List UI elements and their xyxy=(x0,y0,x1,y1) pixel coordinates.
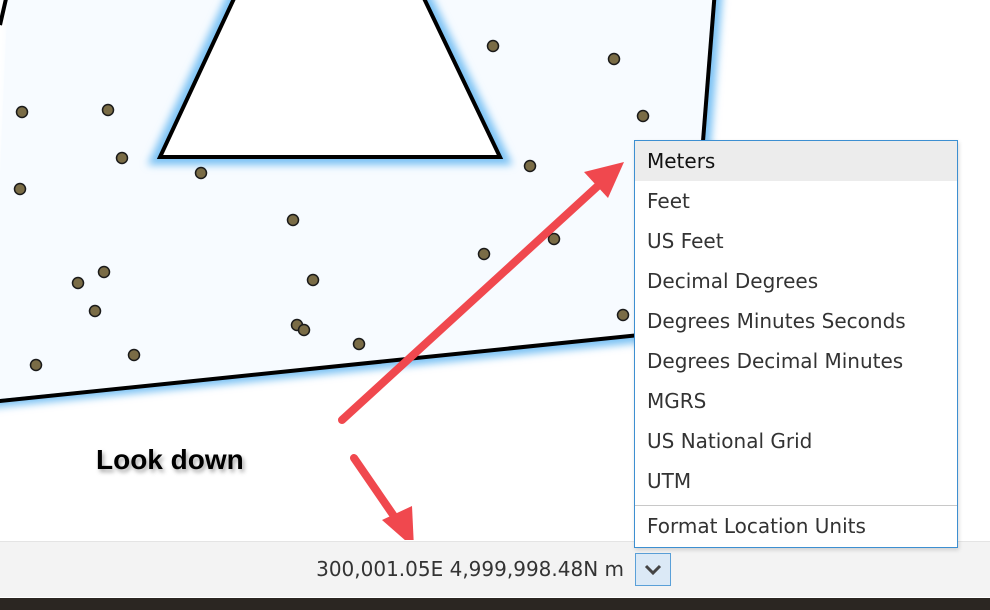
units-option-us-feet[interactable]: US Feet xyxy=(635,221,957,261)
point-feature[interactable] xyxy=(607,52,621,66)
point-feature[interactable] xyxy=(88,304,102,318)
format-location-units-item[interactable]: Format Location Units xyxy=(635,506,957,546)
point-feature[interactable] xyxy=(286,213,300,227)
status-bar: 300,001.05E 4,999,998.48N m xyxy=(0,541,990,597)
units-option-mgrs[interactable]: MGRS xyxy=(635,381,957,421)
point-feature[interactable] xyxy=(97,265,111,279)
point-feature[interactable] xyxy=(29,358,43,372)
units-option-dms[interactable]: Degrees Minutes Seconds xyxy=(635,301,957,341)
point-feature[interactable] xyxy=(486,39,500,53)
units-option-usng[interactable]: US National Grid xyxy=(635,421,957,461)
point-feature[interactable] xyxy=(636,109,650,123)
point-feature[interactable] xyxy=(477,247,491,261)
point-feature[interactable] xyxy=(15,105,29,119)
units-option-utm[interactable]: UTM xyxy=(635,461,957,501)
point-feature[interactable] xyxy=(127,348,141,362)
point-feature[interactable] xyxy=(13,182,27,196)
units-option-meters[interactable]: Meters xyxy=(635,141,957,181)
chevron-down-icon xyxy=(644,564,662,575)
point-feature[interactable] xyxy=(115,151,129,165)
point-feature[interactable] xyxy=(101,103,115,117)
point-feature[interactable] xyxy=(547,232,561,246)
point-feature[interactable] xyxy=(523,159,537,173)
point-feature[interactable] xyxy=(306,273,320,287)
units-dropdown-button[interactable] xyxy=(635,553,671,586)
location-units-menu: Meters Feet US Feet Decimal Degrees Degr… xyxy=(634,140,958,548)
look-down-callout: Look down xyxy=(96,444,244,475)
point-feature[interactable] xyxy=(71,276,85,290)
units-option-ddm[interactable]: Degrees Decimal Minutes xyxy=(635,341,957,381)
taskbar-edge xyxy=(0,598,990,610)
point-feature[interactable] xyxy=(194,166,208,180)
point-feature[interactable] xyxy=(352,337,366,351)
arrow-to-status-bar xyxy=(350,454,414,540)
units-option-feet[interactable]: Feet xyxy=(635,181,957,221)
point-feature[interactable] xyxy=(616,308,630,322)
units-option-decimal-degrees[interactable]: Decimal Degrees xyxy=(635,261,957,301)
coordinate-readout: 300,001.05E 4,999,998.48N m xyxy=(316,557,624,581)
point-feature[interactable] xyxy=(297,323,311,337)
